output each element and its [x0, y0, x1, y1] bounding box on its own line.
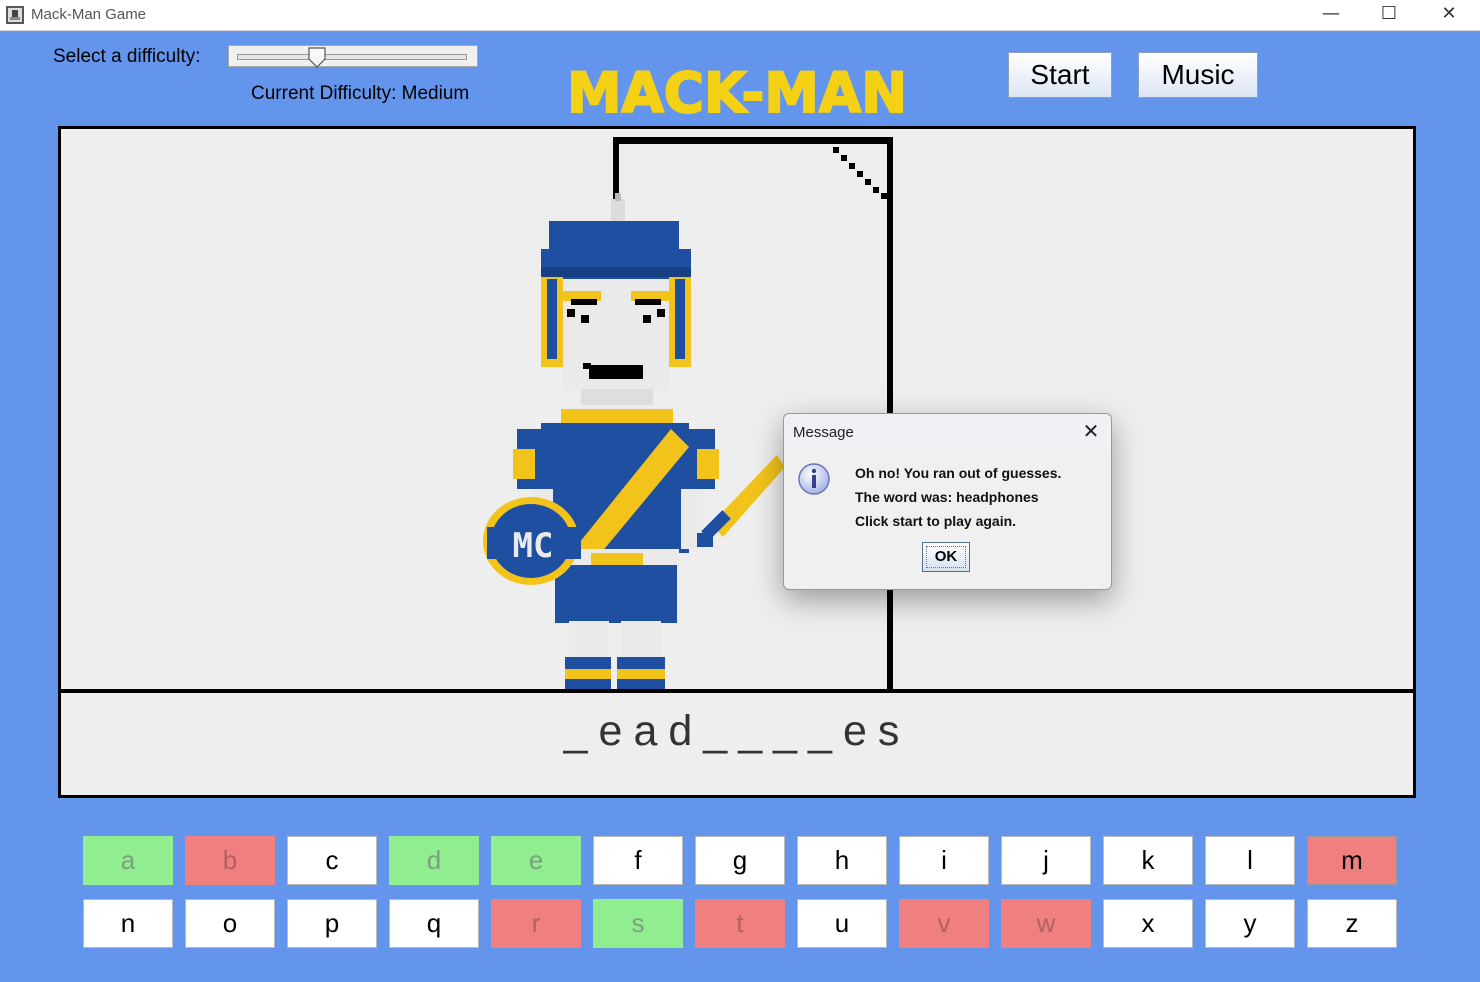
- key-n[interactable]: n: [83, 899, 173, 948]
- hangman-drawing-panel: MC: [58, 126, 1416, 692]
- minimize-icon[interactable]: —: [1302, 0, 1360, 30]
- logo-text: MACK-MAN: [567, 61, 907, 120]
- key-g[interactable]: g: [695, 836, 785, 885]
- key-q[interactable]: q: [389, 899, 479, 948]
- slider-track: [237, 54, 467, 60]
- key-c[interactable]: c: [287, 836, 377, 885]
- maximize-icon[interactable]: ☐: [1360, 0, 1418, 30]
- key-l[interactable]: l: [1205, 836, 1295, 885]
- dialog-titlebar: Message ✕: [784, 414, 1111, 450]
- dialog-message-line-2: The word was: headphones: [855, 489, 1039, 505]
- key-y[interactable]: y: [1205, 899, 1295, 948]
- current-difficulty-text: Current Difficulty: Medium: [251, 83, 470, 104]
- key-p[interactable]: p: [287, 899, 377, 948]
- key-h[interactable]: h: [797, 836, 887, 885]
- app-icon: [6, 6, 24, 24]
- difficulty-slider[interactable]: [228, 45, 478, 69]
- mack-man-logo: MACK-MAN: [566, 60, 908, 120]
- info-icon: [798, 463, 830, 495]
- key-x[interactable]: x: [1103, 899, 1193, 948]
- key-o[interactable]: o: [185, 899, 275, 948]
- dialog-message-line-1: Oh no! You ran out of guesses.: [855, 465, 1062, 481]
- key-t[interactable]: t: [695, 899, 785, 948]
- start-button[interactable]: Start: [1008, 52, 1112, 98]
- key-u[interactable]: u: [797, 899, 887, 948]
- close-icon[interactable]: ✕: [1420, 0, 1478, 30]
- gallows-rope-post: [613, 139, 619, 201]
- ok-button[interactable]: OK: [922, 542, 970, 572]
- mascot-figure: MC: [483, 193, 785, 689]
- key-w[interactable]: w: [1001, 899, 1091, 948]
- difficulty-label: Select a difficulty:: [53, 46, 201, 67]
- window-title: Mack-Man Game: [31, 6, 147, 23]
- key-z[interactable]: z: [1307, 899, 1397, 948]
- key-j[interactable]: j: [1001, 836, 1091, 885]
- svg-text:MC: MC: [513, 526, 554, 566]
- key-k[interactable]: k: [1103, 836, 1193, 885]
- key-f[interactable]: f: [593, 836, 683, 885]
- gallows-brace: [833, 147, 887, 199]
- masked-word: _ead____es: [563, 707, 911, 755]
- window-titlebar: Mack-Man Game — ☐ ✕: [0, 0, 1480, 31]
- key-s[interactable]: s: [593, 899, 683, 948]
- dialog-message-line-3: Click start to play again.: [855, 513, 1017, 529]
- gallows-top-beam: [613, 137, 893, 144]
- dialog-close-icon[interactable]: ✕: [1081, 420, 1101, 442]
- key-m[interactable]: m: [1307, 836, 1397, 885]
- gallows-drawing: MC: [483, 137, 893, 689]
- word-panel: _ead____es: [58, 690, 1416, 798]
- slider-thumb[interactable]: [307, 47, 327, 69]
- music-button[interactable]: Music: [1138, 52, 1258, 98]
- dialog-title: Message: [793, 424, 854, 441]
- key-a[interactable]: a: [83, 836, 173, 885]
- key-d[interactable]: d: [389, 836, 479, 885]
- key-r[interactable]: r: [491, 899, 581, 948]
- key-i[interactable]: i: [899, 836, 989, 885]
- ok-button-label: OK: [934, 548, 958, 565]
- key-v[interactable]: v: [899, 899, 989, 948]
- message-dialog: Message ✕ Oh no! You ran out of guesses.…: [783, 413, 1112, 590]
- key-e[interactable]: e: [491, 836, 581, 885]
- letter-keyboard: abcdefghijklm nopqrstuvwxyz: [83, 836, 1397, 948]
- key-b[interactable]: b: [185, 836, 275, 885]
